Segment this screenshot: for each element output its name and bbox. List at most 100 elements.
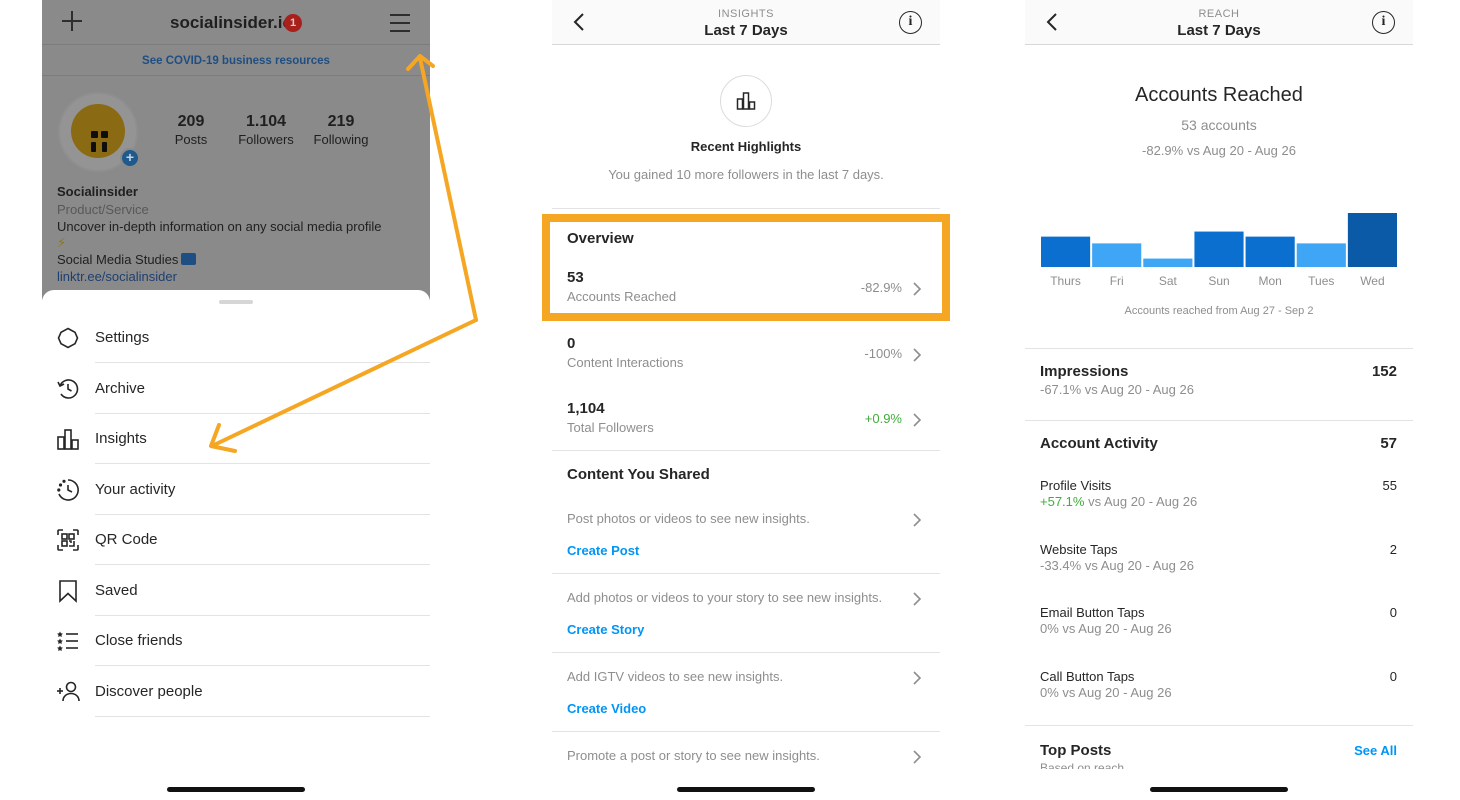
- studies-label: Social Media Studies: [57, 252, 179, 267]
- chart-bar-fri: [1092, 243, 1142, 267]
- stat-posts[interactable]: 209 Posts: [156, 113, 226, 147]
- menu-item-insights[interactable]: Insights: [42, 414, 430, 464]
- highlights-chart-icon: [720, 75, 772, 127]
- metric-label: Website Taps: [1040, 542, 1118, 557]
- divider: [1025, 348, 1413, 349]
- metric-label: Call Button Taps: [1040, 669, 1135, 684]
- metric-value: 2: [1389, 542, 1397, 557]
- reach-header: REACH Last 7 Days i: [1025, 0, 1413, 45]
- create-story-link[interactable]: Create Story: [567, 622, 644, 637]
- chart-tick-label: Sat: [1159, 274, 1178, 288]
- chevron-right-icon: [913, 413, 922, 427]
- metric-comparison: -33.4% vs Aug 20 - Aug 26: [1040, 558, 1194, 573]
- profile-visits-row[interactable]: Profile Visits 55 +57.1% vs Aug 20 - Aug…: [1025, 478, 1413, 514]
- create-post-link[interactable]: Create Post: [567, 543, 639, 558]
- create-plus-icon[interactable]: [60, 9, 84, 33]
- menu-item-label: Discover people: [95, 683, 203, 700]
- menu-item-label: QR Code: [95, 531, 158, 548]
- chart-tick-label: Tues: [1308, 274, 1334, 288]
- info-icon[interactable]: i: [1372, 11, 1395, 34]
- chart-bar-tues: [1296, 243, 1346, 267]
- header-title[interactable]: Last 7 Days: [1025, 22, 1413, 39]
- menu-item-label: Close friends: [95, 632, 183, 649]
- metric-value: 0: [1389, 669, 1397, 684]
- menu-item-your-activity[interactable]: Your activity: [42, 465, 430, 515]
- sheet-handle[interactable]: [219, 300, 253, 304]
- qr-code-icon: [57, 529, 79, 551]
- stat-followers[interactable]: 1.104 Followers: [231, 113, 301, 147]
- chart-tick-label: Sun: [1208, 274, 1229, 288]
- shared-item-posts[interactable]: Post photos or videos to see new insight…: [552, 495, 940, 574]
- metric-change: 0%: [1040, 685, 1059, 700]
- add-person-icon: [57, 681, 80, 702]
- email-taps-row[interactable]: Email Button Taps 0 0% vs Aug 20 - Aug 2…: [1025, 605, 1413, 641]
- menu-item-label: Saved: [95, 582, 138, 599]
- divider: [552, 208, 940, 209]
- hamburger-menu-icon[interactable]: [390, 14, 410, 32]
- website-taps-row[interactable]: Website Taps 2 -33.4% vs Aug 20 - Aug 26: [1025, 542, 1413, 578]
- home-indicator: [167, 787, 305, 792]
- chevron-right-icon: [913, 592, 922, 606]
- row-value: 1,104: [567, 400, 605, 417]
- shared-item-stories[interactable]: Add photos or videos to your story to se…: [552, 574, 940, 653]
- shared-item-igtv[interactable]: Add IGTV videos to see new insights. Cre…: [552, 653, 940, 732]
- metric-value: 0: [1389, 605, 1397, 620]
- create-video-link[interactable]: Create Video: [567, 701, 646, 716]
- insights-screen: INSIGHTS Last 7 Days i Recent Highlights…: [552, 0, 940, 800]
- insights-header: INSIGHTS Last 7 Days i: [552, 0, 940, 45]
- activity-icon: [57, 479, 79, 501]
- call-taps-row[interactable]: Call Button Taps 0 0% vs Aug 20 - Aug 26: [1025, 669, 1413, 705]
- shared-item-promote[interactable]: Promote a post or story to see new insig…: [552, 732, 940, 772]
- menu-item-settings[interactable]: Settings: [42, 313, 430, 363]
- header-title[interactable]: Last 7 Days: [552, 22, 940, 39]
- add-story-icon[interactable]: +: [120, 148, 140, 168]
- metric-comparison: +57.1% vs Aug 20 - Aug 26: [1040, 494, 1197, 509]
- menu-item-discover-people[interactable]: Discover people: [42, 667, 430, 717]
- chevron-right-icon: [913, 513, 922, 527]
- profile-dimmed-backdrop[interactable]: socialinsider.io 1 See COVID-19 business…: [42, 0, 430, 300]
- impressions-row[interactable]: Impressions 152 -67.1% vs Aug 20 - Aug 2…: [1025, 363, 1413, 403]
- chevron-right-icon: [913, 750, 922, 764]
- profile-link[interactable]: linktr.ee/socialinsider: [57, 269, 177, 284]
- chart-tick-label: Wed: [1360, 274, 1384, 288]
- divider: [95, 463, 430, 464]
- chart-bar-thurs: [1041, 236, 1091, 267]
- stat-value: 219: [327, 113, 355, 130]
- reach-heading: Accounts Reached: [1135, 84, 1303, 106]
- shared-item-text: Post photos or videos to see new insight…: [567, 511, 810, 526]
- lightning-emoji: ⚡: [57, 235, 67, 250]
- info-icon[interactable]: i: [899, 11, 922, 34]
- metric-period: vs Aug 20 - Aug 26: [1084, 494, 1198, 509]
- reach-comparison: -82.9% vs Aug 20 - Aug 26: [1142, 143, 1296, 158]
- chart-caption: Accounts reached from Aug 27 - Sep 2: [1124, 305, 1314, 317]
- row-change: +0.9%: [864, 411, 902, 426]
- metric-comparison: -67.1% vs Aug 20 - Aug 26: [1040, 382, 1194, 397]
- row-label: Total Followers: [567, 420, 654, 435]
- see-all-link[interactable]: See All: [1354, 743, 1397, 758]
- bookmark-icon: [59, 580, 77, 603]
- highlights-subtitle: You gained 10 more followers in the last…: [608, 167, 884, 182]
- chart-tick-label: Mon: [1258, 274, 1281, 288]
- header-overline: REACH: [1198, 8, 1240, 20]
- divider: [95, 716, 430, 717]
- home-indicator: [677, 787, 815, 792]
- avatar[interactable]: [71, 104, 125, 158]
- overview-row-total-followers[interactable]: 1,104 Total Followers +0.9%: [552, 400, 940, 448]
- divider: [95, 564, 430, 565]
- overview-row-content-interactions[interactable]: 0 Content Interactions -100%: [552, 335, 940, 383]
- top-posts-title: Top Posts: [1040, 742, 1112, 759]
- menu-item-close-friends[interactable]: Close friends: [42, 616, 430, 666]
- profile-category: Product/Service: [57, 202, 149, 217]
- divider: [95, 362, 430, 363]
- stat-following[interactable]: 219 Following: [306, 113, 376, 147]
- menu-item-label: Settings: [95, 329, 150, 346]
- notification-badge: 1: [284, 14, 302, 32]
- menu-sheet: Settings Archive Insights Your activity …: [42, 290, 430, 800]
- stat-value: 209: [177, 113, 205, 130]
- menu-item-archive[interactable]: Archive: [42, 364, 430, 414]
- covid-resources-link[interactable]: See COVID-19 business resources: [42, 44, 430, 76]
- menu-item-saved[interactable]: Saved: [42, 566, 430, 616]
- menu-item-qr-code[interactable]: QR Code: [42, 515, 430, 565]
- metric-value: 152: [1371, 363, 1397, 380]
- row-label: Content Interactions: [567, 355, 684, 370]
